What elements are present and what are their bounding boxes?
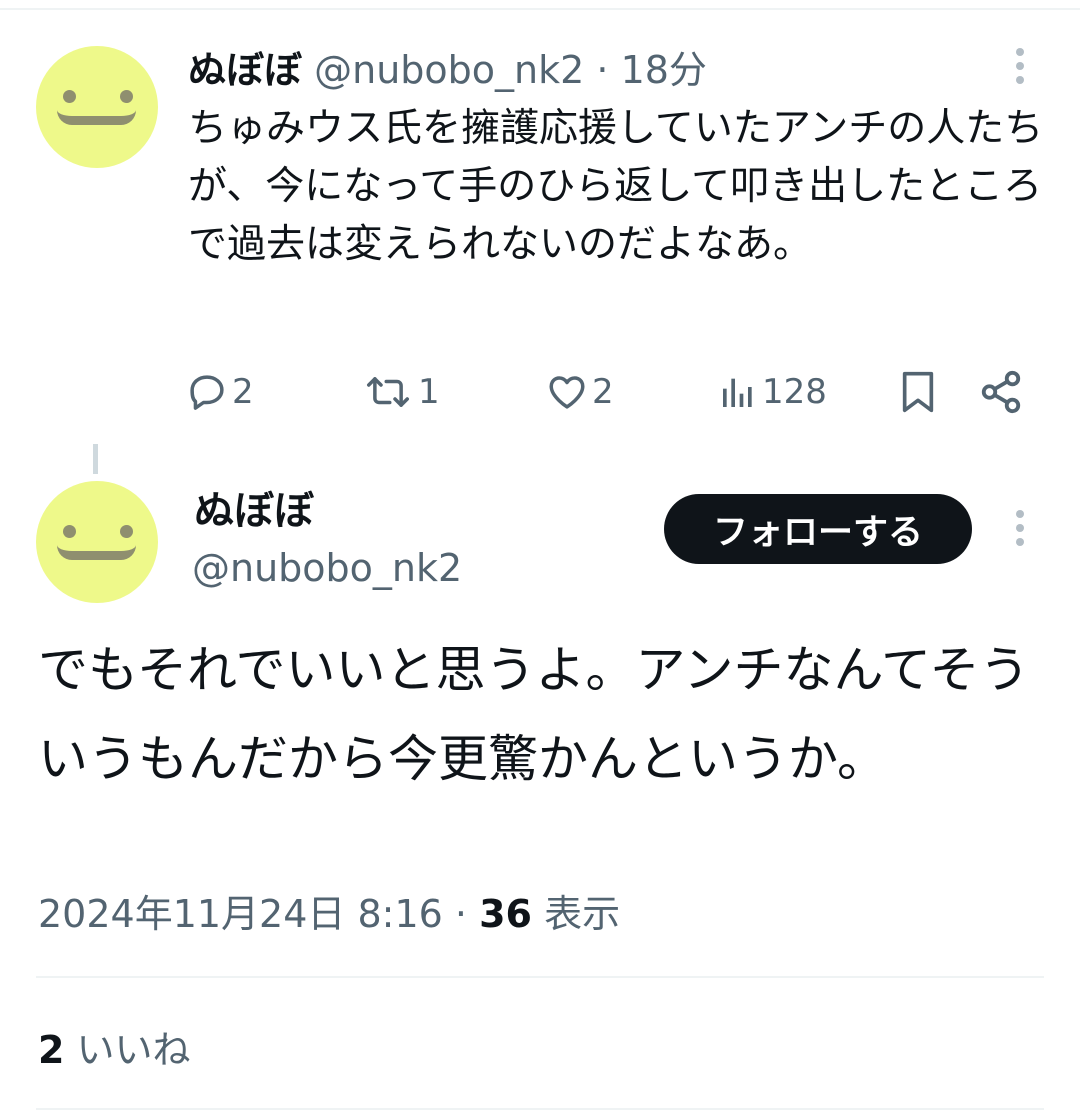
- avatar-eye: [120, 90, 133, 103]
- tweet-text: でもそれでいいと思うよ。アンチなんてそういうもんだから今更驚かんというか。: [38, 641, 1030, 788]
- display-name[interactable]: ぬぼぼ: [188, 48, 302, 92]
- divider: [36, 1108, 1044, 1110]
- tweet-meta: 2024年11月24日 8:16 · 36 表示: [38, 886, 620, 942]
- tweet-actions: 2 1 2 128: [0, 362, 1080, 422]
- avatar-eye: [120, 525, 133, 538]
- like-button[interactable]: 2: [546, 362, 614, 422]
- reply-button[interactable]: 2: [186, 362, 254, 422]
- likes-summary[interactable]: 2 いいね: [38, 1022, 191, 1078]
- handle[interactable]: @nubobo_nk2: [314, 48, 584, 92]
- tweet-text: ちゅみウス氏を擁護応援していたアンチの人たちが、今になって手のひら返して叩き出し…: [188, 106, 1044, 267]
- avatar-mouth: [57, 110, 136, 125]
- avatar-eye: [63, 525, 76, 538]
- views-label: 表示: [544, 892, 621, 936]
- share-button[interactable]: [978, 362, 1024, 422]
- tweet-header: ぬぼぼ @nubobo_nk2 · 18分: [188, 44, 707, 96]
- bookmark-icon: [902, 371, 934, 413]
- display-name[interactable]: ぬぼぼ: [194, 484, 314, 538]
- handle[interactable]: @nubobo_nk2: [192, 541, 462, 595]
- timestamp[interactable]: 18分: [621, 48, 707, 92]
- views-button[interactable]: 128: [718, 362, 827, 422]
- views-count: 128: [762, 372, 827, 412]
- tweet-date[interactable]: 2024年11月24日 8:16: [38, 892, 443, 936]
- divider: [36, 976, 1044, 978]
- follow-button[interactable]: フォローする: [664, 494, 972, 564]
- views-icon: [723, 378, 752, 407]
- top-divider: [0, 8, 1080, 10]
- thread-line: [93, 444, 98, 474]
- retweet-count: 1: [418, 372, 440, 412]
- avatar-mouth: [57, 545, 136, 560]
- avatar[interactable]: [36, 481, 158, 603]
- like-icon: [549, 376, 585, 409]
- like-count: 2: [592, 372, 614, 412]
- bookmark-button[interactable]: [898, 362, 938, 422]
- likes-label: いいね: [76, 1028, 191, 1072]
- avatar-eye: [63, 90, 76, 103]
- more-icon[interactable]: [1013, 510, 1027, 550]
- separator: ·: [596, 48, 609, 92]
- separator: ·: [454, 892, 468, 936]
- likes-count: 2: [38, 1028, 65, 1072]
- retweet-button[interactable]: 1: [362, 362, 440, 422]
- views-count: 36: [479, 892, 532, 936]
- retweet-icon: [367, 377, 409, 407]
- share-icon: [981, 370, 1021, 414]
- more-icon[interactable]: [1013, 48, 1027, 88]
- avatar[interactable]: [36, 46, 158, 168]
- reply-icon: [190, 375, 224, 410]
- reply-count: 2: [232, 372, 254, 412]
